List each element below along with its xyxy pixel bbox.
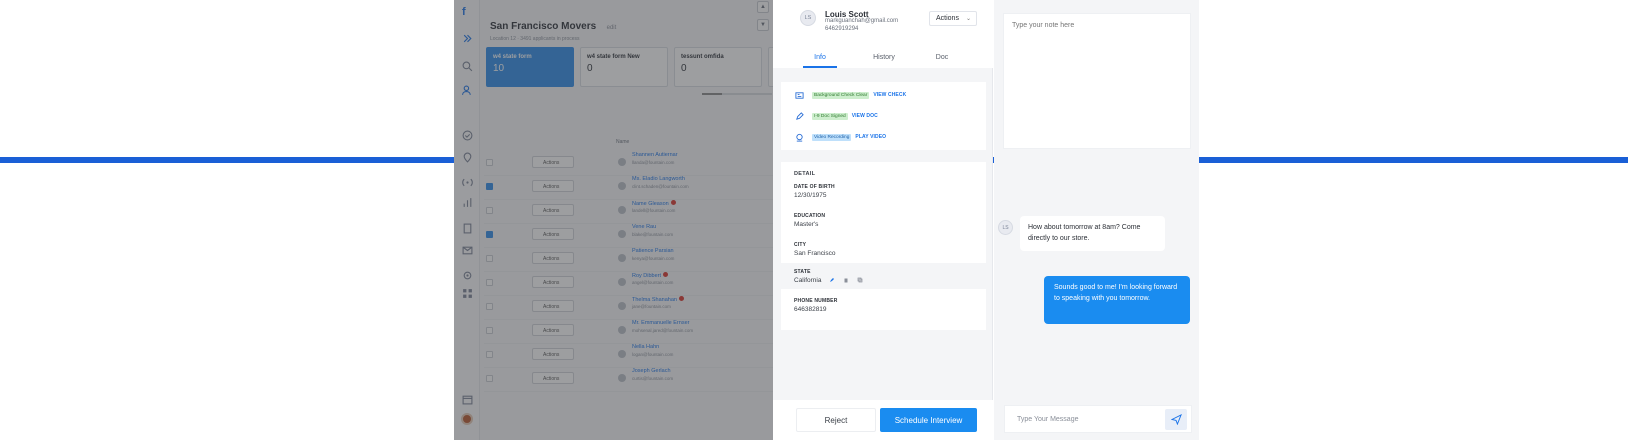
view-doc-link[interactable]: VIEW DOC xyxy=(852,113,878,119)
app-window: f San Francisco Movers edit Location 12 … xyxy=(454,0,1199,440)
status-badge: Video Recording xyxy=(812,133,852,141)
video-icon xyxy=(794,132,804,142)
detail-card: DETAIL DATE OF BIRTH 12/30/1975 EDUCATIO… xyxy=(781,162,986,330)
send-button[interactable] xyxy=(1165,409,1187,430)
chat-panel: LS How about tomorrow at 8am? Come direc… xyxy=(994,0,1199,440)
field-label: PHONE NUMBER xyxy=(794,298,838,304)
detail-field: EDUCATION Master's xyxy=(781,207,986,235)
trash-icon[interactable] xyxy=(843,277,849,283)
detail-field: DATE OF BIRTH 12/30/1975 xyxy=(781,178,986,206)
verification-checks: Background Check Clear VIEW CHECK I-9 Do… xyxy=(781,82,986,150)
pen-icon xyxy=(794,111,804,121)
id-card-icon xyxy=(794,90,804,100)
schedule-interview-button[interactable]: Schedule Interview xyxy=(880,408,977,432)
field-value: San Francisco xyxy=(794,250,836,257)
detail-field: PHONE NUMBER 646382819 xyxy=(781,292,986,320)
background-app: f San Francisco Movers edit Location 12 … xyxy=(454,0,856,440)
field-label: STATE xyxy=(794,269,811,275)
detail-field: CITY San Francisco xyxy=(781,236,986,264)
tab-info[interactable]: Info xyxy=(803,54,837,68)
doc-signed-row: I-9 Doc Signed VIEW DOC xyxy=(794,111,878,121)
edit-icon[interactable] xyxy=(829,277,835,283)
field-label: EDUCATION xyxy=(794,213,826,219)
field-value: California xyxy=(794,277,822,284)
actions-dropdown[interactable]: Actions ⌄ xyxy=(929,11,977,26)
video-recording-row: Video Recording PLAY VIDEO xyxy=(794,132,886,142)
incoming-message: How about tomorrow at 8am? Come directly… xyxy=(1020,216,1165,251)
applicant-header: LS Louis Scott markguanchah@gmail.com 64… xyxy=(773,0,993,68)
chevron-down-icon: ⌄ xyxy=(965,16,971,22)
panel-footer: Reject Schedule Interview xyxy=(773,400,993,440)
field-label: DATE OF BIRTH xyxy=(794,184,835,190)
message-input[interactable] xyxy=(1005,406,1155,432)
field-value: 646382819 xyxy=(794,306,827,313)
note-input[interactable] xyxy=(1003,13,1191,149)
tab-history[interactable]: History xyxy=(865,54,903,68)
applicant-avatar: LS xyxy=(800,10,816,26)
detail-title: DETAIL xyxy=(794,171,816,177)
reject-button[interactable]: Reject xyxy=(796,408,876,432)
field-value: 12/30/1975 xyxy=(794,192,827,199)
message-composer xyxy=(1004,405,1192,433)
copy-icon[interactable] xyxy=(857,277,863,283)
outgoing-message: Sounds good to me! I'm looking forward t… xyxy=(1044,276,1190,324)
view-check-link[interactable]: VIEW CHECK xyxy=(873,92,906,98)
panel-tabs: Info History Doc xyxy=(773,51,993,68)
status-badge: I-9 Doc Signed xyxy=(812,112,848,120)
field-value-row: California xyxy=(794,277,986,284)
sender-avatar: LS xyxy=(998,220,1013,235)
applicant-email: markguanchah@gmail.com xyxy=(825,18,899,24)
detail-field-hovered[interactable]: STATE California xyxy=(781,263,986,289)
status-badge: Background Check Clear xyxy=(812,91,870,99)
field-value: Master's xyxy=(794,221,819,228)
actions-label: Actions xyxy=(936,15,959,22)
tab-doc[interactable]: Doc xyxy=(929,54,955,68)
send-icon xyxy=(1170,414,1182,425)
modal-overlay[interactable] xyxy=(454,0,773,440)
applicant-panel: LS Louis Scott markguanchah@gmail.com 64… xyxy=(773,0,993,440)
field-label: CITY xyxy=(794,242,807,248)
applicant-phone: 6462919294 xyxy=(825,26,859,32)
play-video-link[interactable]: PLAY VIDEO xyxy=(855,134,886,140)
background-check-row: Background Check Clear VIEW CHECK xyxy=(794,90,906,100)
